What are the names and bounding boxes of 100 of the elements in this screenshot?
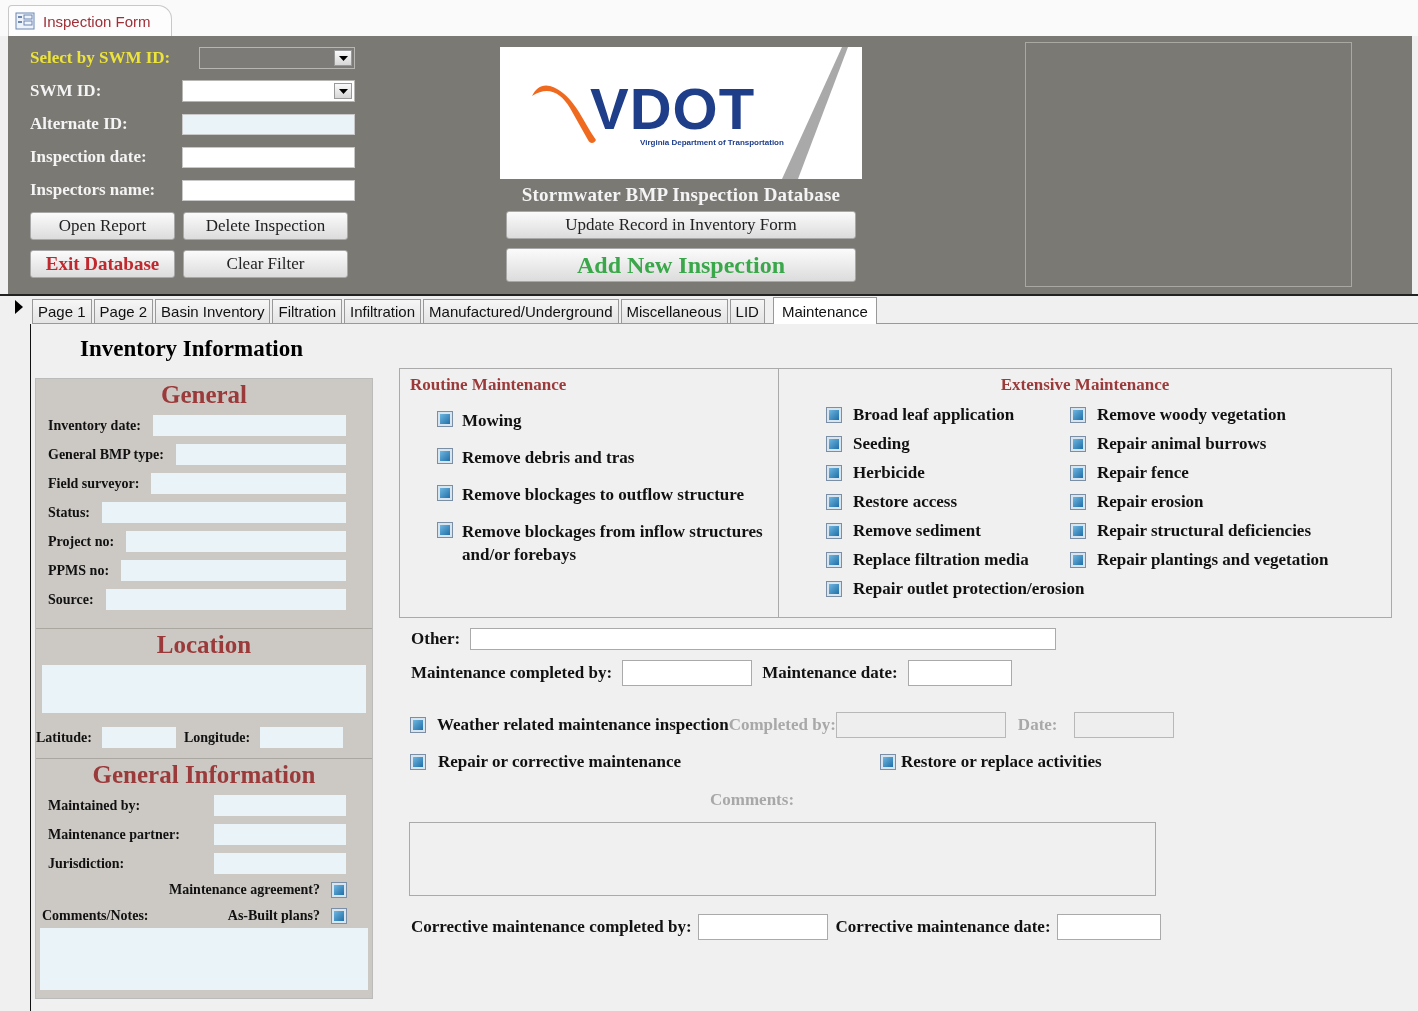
tab[interactable]: Maintenance (772, 297, 877, 324)
input-field[interactable] (126, 531, 346, 552)
field-label: Latitude: (36, 729, 93, 746)
tab[interactable]: Page 1 (32, 299, 92, 323)
input-field[interactable] (182, 113, 355, 135)
checkbox-label: Repair fence (1097, 462, 1189, 484)
field-label: Comments: (710, 790, 796, 810)
form-button[interactable]: Exit Database (30, 250, 175, 278)
input-field[interactable] (835, 712, 1006, 738)
tab[interactable]: Page 2 (93, 299, 154, 323)
checkbox[interactable] (881, 755, 895, 769)
form-button[interactable]: Update Record in Inventory Form (506, 211, 856, 239)
checkbox-label: Broad leaf application (853, 404, 1015, 426)
input-field[interactable] (697, 914, 828, 940)
input-field[interactable] (102, 727, 176, 748)
checkbox[interactable] (827, 465, 841, 480)
input-field[interactable] (214, 824, 346, 845)
input-field[interactable] (214, 795, 346, 816)
field-label: Select by SWM ID: (30, 48, 172, 68)
checkbox[interactable] (1071, 552, 1085, 567)
checkbox-label: Repair outlet protection/erosion (853, 578, 1085, 600)
checkbox-label: Remove sediment (853, 520, 981, 542)
checkbox[interactable] (1071, 407, 1085, 422)
field-label: SWM ID: (30, 81, 103, 101)
input-field[interactable] (151, 473, 346, 494)
form-button[interactable]: Delete Inspection (183, 212, 348, 240)
text-area[interactable] (409, 822, 1156, 896)
document-tab[interactable]: Inspection Form (8, 5, 172, 36)
checkbox-label: Herbicide (853, 462, 925, 484)
field-label: Comments/Notes: (42, 908, 150, 924)
logo-wordmark: VDOT (590, 79, 756, 138)
field-label: Alternate ID: (30, 114, 129, 134)
checkbox[interactable] (438, 486, 452, 500)
input-field[interactable] (182, 179, 355, 201)
checkbox-label: Remove woody vegetation (1097, 404, 1286, 426)
checkbox[interactable] (827, 436, 841, 451)
tab[interactable]: Filtration (272, 299, 342, 323)
input-field[interactable] (260, 727, 344, 748)
record-selector-icon[interactable] (15, 300, 23, 314)
checkbox-label: Repair erosion (1097, 491, 1204, 513)
tab[interactable]: LID (729, 299, 765, 323)
checkbox-label: Repair or corrective maintenance (438, 752, 682, 772)
input-field[interactable] (175, 444, 346, 465)
checkbox[interactable] (332, 909, 346, 923)
checkbox[interactable] (438, 449, 452, 463)
checkbox[interactable] (827, 407, 841, 422)
input-field[interactable] (214, 853, 346, 874)
checkbox-label: Remove blockages to outflow structure (462, 484, 745, 506)
checkbox[interactable] (827, 494, 841, 509)
field-label: Maintenance partner: (48, 826, 181, 843)
checkbox[interactable] (332, 883, 346, 897)
dropdown-icon[interactable] (334, 50, 352, 66)
form-button[interactable]: Open Report (30, 212, 175, 240)
input-field[interactable] (470, 628, 1057, 650)
input-field[interactable] (1073, 712, 1174, 738)
input-field[interactable] (1056, 914, 1161, 940)
checkbox-label: Replace filtration media (853, 549, 1029, 571)
checkbox[interactable] (827, 523, 841, 538)
checkbox[interactable] (1071, 523, 1085, 538)
input-field[interactable] (622, 660, 753, 686)
field-label: Corrective maintenance date: (835, 917, 1051, 937)
input-field[interactable] (152, 415, 346, 436)
field-label: Field surveyor: (48, 475, 141, 492)
checkbox[interactable] (438, 523, 452, 537)
checkbox-label: Remove blockages from inflow structures and/or forebays (462, 521, 764, 566)
checkbox[interactable] (438, 412, 452, 426)
checkbox-label: Restore access (853, 491, 957, 513)
checkbox[interactable] (411, 755, 425, 769)
field-label: Date: (1017, 715, 1058, 735)
input-field[interactable] (105, 589, 346, 610)
field-label: Completed by: (728, 715, 836, 735)
field-label: Maintenance completed by: (411, 663, 613, 683)
checkbox[interactable] (1071, 494, 1085, 509)
section-title: Routine Maintenance (410, 375, 568, 395)
section-title: Inventory Information (80, 336, 304, 363)
dropdown-icon[interactable] (334, 83, 352, 99)
checkbox-label: As-Built plans? (227, 908, 321, 924)
checkbox-label: Repair plantings and vegetation (1097, 549, 1329, 571)
checkbox[interactable] (1071, 465, 1085, 480)
input-field[interactable] (102, 502, 346, 523)
combo-box[interactable] (199, 47, 355, 69)
field-label: Inventory date: (48, 417, 142, 434)
field-label: Jurisdiction: (48, 855, 126, 872)
checkbox[interactable] (827, 552, 841, 567)
section-title: Extensive Maintenance (999, 375, 1171, 395)
field-label: Inspection date: (30, 147, 148, 167)
input-field[interactable] (121, 560, 346, 581)
field-label: Status: (48, 504, 91, 521)
tab[interactable]: Basin Inventory (155, 299, 271, 323)
tab[interactable]: Infiltration (344, 299, 422, 323)
checkbox[interactable] (411, 718, 425, 732)
input-field[interactable] (182, 146, 355, 168)
field-label: Maintained by: (48, 797, 142, 814)
section-title: General Information (91, 760, 317, 790)
form-button[interactable]: Clear Filter (183, 250, 348, 278)
checkbox[interactable] (1071, 436, 1085, 451)
tab[interactable]: Miscellaneous (620, 299, 728, 323)
tab[interactable]: Manufactured/Underground (423, 299, 619, 323)
checkbox[interactable] (827, 581, 841, 596)
input-field[interactable] (907, 660, 1012, 686)
